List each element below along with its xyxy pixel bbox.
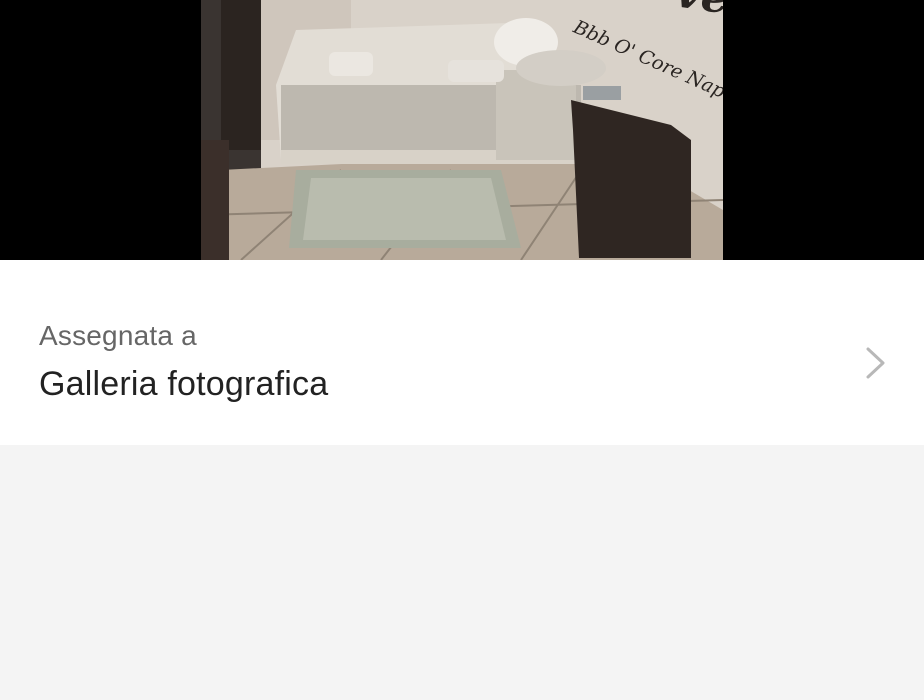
assigned-to-caption: Assegnata a: [39, 320, 197, 351]
room-photo-image: [201, 0, 723, 260]
assigned-to-row[interactable]: Assegnata a Galleria fotografica: [0, 260, 924, 445]
room-photo[interactable]: ve Bbb O' Core Nap: [201, 0, 723, 260]
chevron-right-icon[interactable]: [864, 346, 888, 380]
empty-content-area: [0, 445, 924, 700]
photo-viewer[interactable]: ve Bbb O' Core Nap: [0, 0, 924, 260]
assigned-to-value: Galleria fotografica: [39, 365, 329, 403]
